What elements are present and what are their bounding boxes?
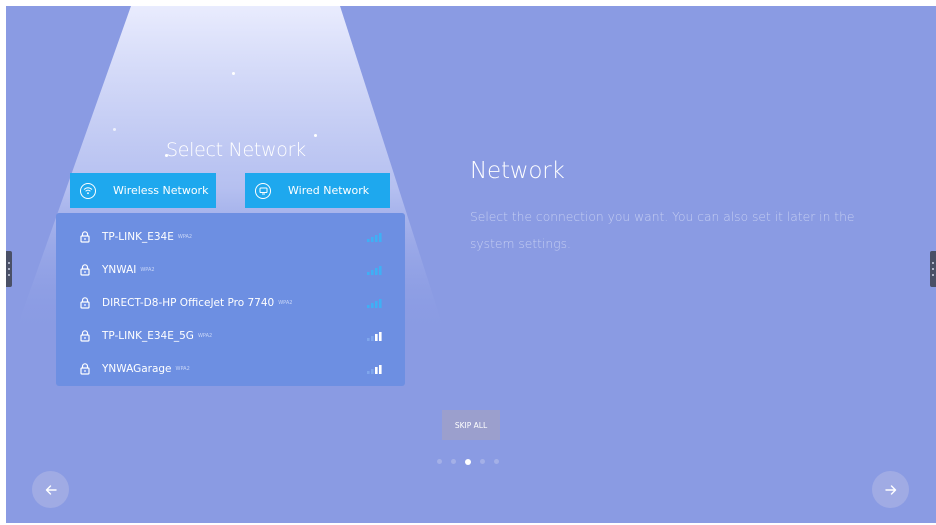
page-description: Select the connection you want. You can … [470, 210, 855, 251]
network-security: WPA2 [197, 333, 213, 339]
signal-bar [375, 367, 378, 374]
skip-all-button[interactable]: SKIP ALL [442, 410, 500, 440]
network-security: WPA2 [175, 366, 190, 372]
pagination-dot[interactable] [480, 459, 485, 464]
signal-bar [367, 371, 370, 374]
wifi-icon [80, 182, 96, 199]
network-item[interactable]: TP-LINK_E34E_5G WPA2 [56, 324, 405, 348]
arrow-left-icon [45, 484, 57, 495]
lock-icon [80, 297, 90, 309]
signal-bar [367, 338, 370, 341]
signal-bar [375, 235, 378, 242]
tab-wireless-network[interactable]: Wireless Network [70, 173, 216, 208]
network-item[interactable]: TP-LINK_E34E WPA2 [56, 225, 405, 249]
side-toolbar-handle-left[interactable] [6, 251, 12, 287]
signal-bar [379, 332, 382, 341]
signal-icon [367, 266, 382, 275]
network-ssid: TP-LINK_E34E_5G [102, 330, 194, 342]
signal-bar [375, 268, 378, 275]
signal-bar [375, 334, 378, 341]
setup-screen: Select Network Wireless Network Wired Ne… [6, 6, 936, 523]
signal-bar [371, 237, 374, 242]
signal-bar [371, 369, 374, 374]
tab-wireless-label: Wireless Network [113, 184, 209, 197]
lock-icon [80, 363, 90, 375]
network-item[interactable]: YNWAGarage WPA2 [56, 357, 405, 381]
next-button[interactable] [872, 471, 909, 508]
signal-bar [371, 303, 374, 308]
lock-icon [80, 231, 90, 243]
signal-bar [379, 266, 382, 275]
signal-bar [375, 301, 378, 308]
network-security: WPA2 [177, 234, 193, 240]
prev-button[interactable] [32, 471, 69, 508]
signal-icon [367, 299, 382, 308]
select-network-title: Select Network [166, 139, 306, 161]
network-item[interactable]: YNWAI WPA2 [56, 258, 405, 282]
pagination-dot[interactable] [465, 458, 471, 465]
network-security: WPA2 [278, 300, 293, 306]
network-ssid: DIRECT-D8-HP OfficeJet Pro 7740 [102, 297, 275, 309]
network-ssid: YNWAGarage [102, 363, 172, 375]
signal-bar [367, 239, 370, 242]
signal-icon [367, 365, 382, 374]
network-ssid: YNWAI [102, 264, 137, 276]
network-item[interactable]: DIRECT-D8-HP OfficeJet Pro 7740 WPA2 [56, 291, 405, 315]
network-ssid: TP-LINK_E34E [102, 231, 174, 243]
lock-icon [80, 330, 90, 342]
signal-bar [379, 299, 382, 308]
pagination-dots [437, 458, 508, 465]
signal-icon [367, 233, 382, 242]
signal-icon [367, 332, 382, 341]
sparkle [113, 128, 116, 131]
monitor-icon [255, 182, 271, 199]
sparkle [314, 134, 317, 137]
signal-bar [371, 336, 374, 341]
tab-wired-network[interactable]: Wired Network [245, 173, 390, 208]
lock-icon [80, 264, 90, 276]
network-list: TP-LINK_E34E WPA2 YNWAI WPA2 DIRECT-D8-H… [56, 213, 405, 386]
sparkle [232, 72, 235, 75]
page-title: Network [470, 158, 565, 184]
network-security: WPA2 [140, 267, 155, 273]
signal-bar [379, 233, 382, 242]
side-toolbar-handle-right[interactable] [930, 251, 936, 287]
tab-wired-label: Wired Network [288, 184, 370, 197]
signal-bar [371, 270, 374, 275]
arrow-right-icon [884, 484, 896, 495]
signal-bar [379, 365, 382, 374]
pagination-dot[interactable] [494, 459, 499, 464]
signal-bar [367, 272, 370, 275]
pagination-dot[interactable] [437, 459, 442, 464]
signal-bar [367, 305, 370, 308]
pagination-dot[interactable] [451, 459, 456, 464]
